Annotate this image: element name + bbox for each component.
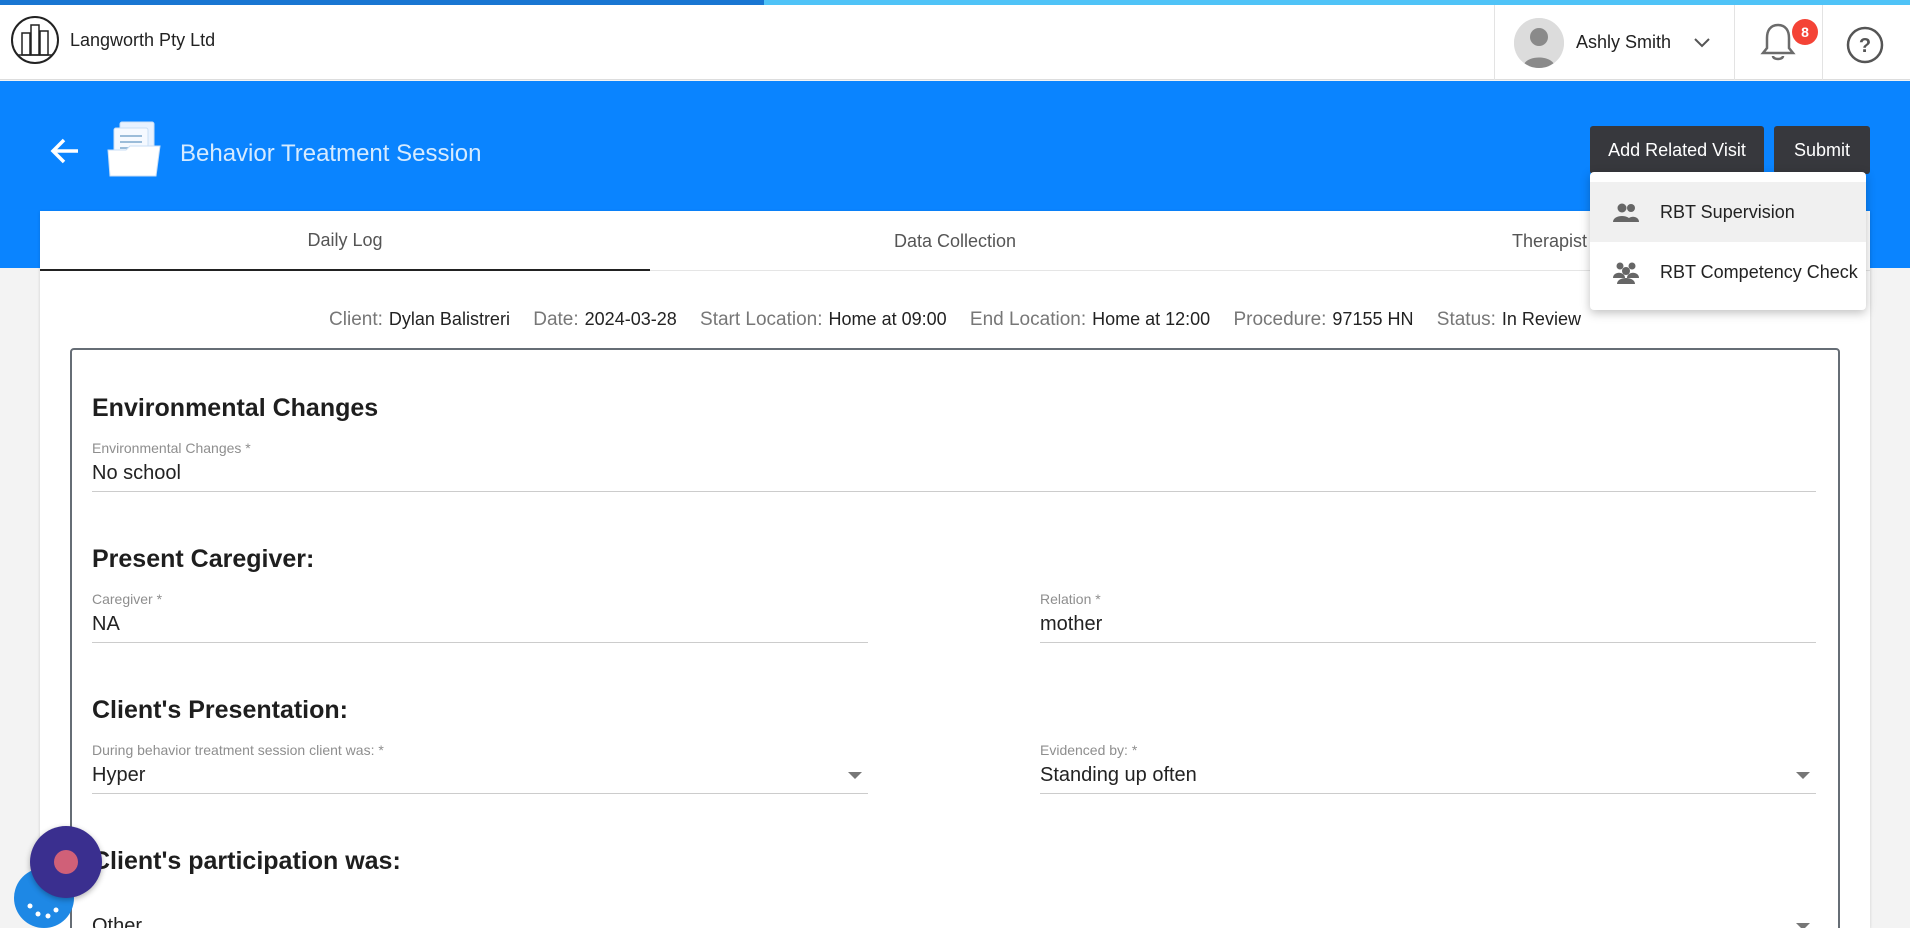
participation-select[interactable]: Other <box>92 893 1816 928</box>
menu-item-label: RBT Competency Check <box>1660 261 1858 282</box>
user-menu[interactable]: Ashly Smith <box>1494 5 1734 80</box>
avatar <box>1514 17 1564 68</box>
daily-log-form: Environmental Changes Environmental Chan… <box>70 348 1840 928</box>
chat-widget-button[interactable] <box>30 826 102 898</box>
date-value: 2024-03-28 <box>584 309 677 329</box>
session-info-bar: Client: Dylan Balistreri Date: 2024-03-28 … <box>40 309 1870 331</box>
start-location-label: Start Location: <box>700 309 823 330</box>
caregiver-field[interactable]: Caregiver * NA <box>92 591 868 643</box>
dropdown-caret-icon[interactable] <box>1796 772 1810 779</box>
procedure-value: 97155 HN <box>1332 309 1414 329</box>
section-title-present-caregiver: Present Caregiver: <box>92 545 315 573</box>
top-bar: Langworth Pty Ltd Ashly Smith 8 ? <box>0 5 1910 80</box>
relation-field[interactable]: Relation * mother <box>1040 591 1816 643</box>
people-group-icon <box>1613 262 1639 284</box>
company-name: Langworth Pty Ltd <box>70 30 216 50</box>
user-name: Ashly Smith <box>1576 32 1672 52</box>
documents-icon <box>107 121 161 177</box>
field-value: Other <box>92 915 143 928</box>
end-location-label: End Location: <box>969 309 1087 330</box>
dropdown-caret-icon[interactable] <box>848 772 862 779</box>
end-location-value: Home at 12:00 <box>1092 309 1211 329</box>
evidenced-by-select[interactable]: Evidenced by: * Standing up often <box>1040 742 1816 794</box>
status-value: In Review <box>1501 309 1581 329</box>
field-value: NA <box>92 613 120 635</box>
dropdown-caret-icon[interactable] <box>1796 923 1810 928</box>
divider <box>1822 5 1823 80</box>
tab-data-collection[interactable]: Data Collection <box>650 211 1260 271</box>
start-location-value: Home at 09:00 <box>828 309 947 329</box>
field-label: Caregiver * <box>92 591 163 607</box>
record-dot-icon <box>54 850 78 874</box>
field-value: No school <box>92 462 181 484</box>
chevron-down-icon[interactable] <box>1691 32 1713 54</box>
client-state-select[interactable]: During behavior treatment session client… <box>92 742 868 794</box>
tab-daily-log[interactable]: Daily Log <box>40 211 650 271</box>
field-label: Evidenced by: * <box>1040 742 1138 758</box>
field-value: Hyper <box>92 764 146 786</box>
page-title: Behavior Treatment Session <box>180 140 482 167</box>
people-icon <box>1613 203 1639 222</box>
section-title-environmental-changes: Environmental Changes <box>92 394 379 422</box>
session-card: Daily Log Data Collection Therapist Sig … <box>40 211 1870 928</box>
related-visit-menu: RBT Supervision RBT Competency Check <box>1590 172 1866 310</box>
help-icon[interactable]: ? <box>1846 26 1884 64</box>
menu-item-rbt-supervision[interactable]: RBT Supervision <box>1590 182 1866 242</box>
client-value: Dylan Balistreri <box>388 309 510 329</box>
field-label: Environmental Changes * <box>92 440 251 456</box>
procedure-label: Procedure: <box>1233 309 1327 330</box>
field-value: mother <box>1040 613 1103 635</box>
add-related-visit-button[interactable]: Add Related Visit <box>1590 126 1764 174</box>
notification-badge: 8 <box>1792 19 1818 45</box>
svg-text:?: ? <box>1859 35 1871 57</box>
user-avatar-icon <box>1514 17 1564 68</box>
menu-item-label: RBT Supervision <box>1660 201 1795 222</box>
field-label: During behavior treatment session client… <box>92 742 384 758</box>
field-value: Standing up often <box>1040 764 1197 786</box>
field-label: Relation * <box>1040 591 1101 607</box>
section-title-clients-presentation: Client's Presentation: <box>92 696 348 724</box>
client-label: Client: <box>329 309 383 330</box>
divider <box>1734 5 1735 80</box>
company-logo-icon[interactable] <box>10 15 60 65</box>
environmental-changes-field[interactable]: Environmental Changes * No school <box>92 440 1816 492</box>
back-arrow-icon[interactable] <box>48 134 82 168</box>
status-label: Status: <box>1436 309 1496 330</box>
date-label: Date: <box>533 309 579 330</box>
menu-item-rbt-competency-check[interactable]: RBT Competency Check <box>1590 242 1866 302</box>
section-title-client-participation: Client's participation was: <box>92 847 401 875</box>
submit-button[interactable]: Submit <box>1774 126 1870 174</box>
